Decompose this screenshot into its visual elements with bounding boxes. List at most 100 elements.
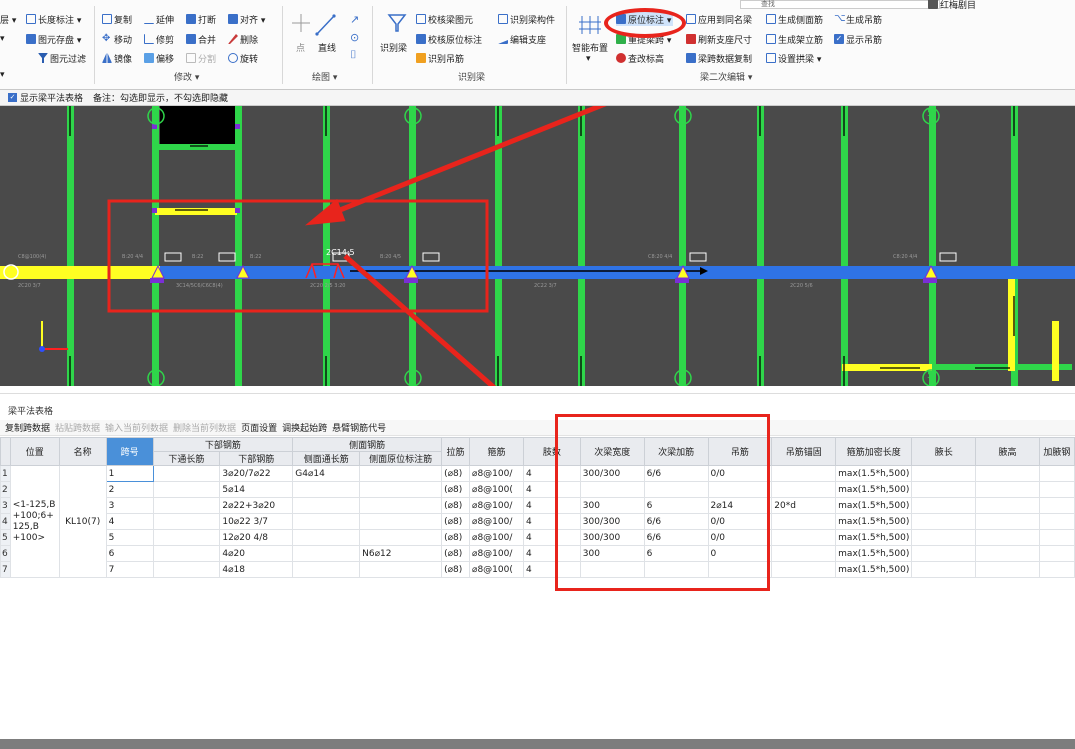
cell-empty[interactable]	[1038, 561, 1075, 578]
cell-empty[interactable]	[1038, 481, 1075, 498]
cell-empty[interactable]	[975, 513, 1040, 530]
header-bottom-through[interactable]: 下通长筋	[152, 451, 221, 466]
span-data-copy-button[interactable]: 梁跨数据复制	[686, 51, 752, 65]
cell-dense-length[interactable]: max(1.5*h,500)	[835, 465, 913, 482]
move-button[interactable]: ✥ 移动	[102, 32, 132, 46]
header-dense-length[interactable]: 箍筋加密长度	[835, 437, 913, 466]
cell-side-through[interactable]	[292, 561, 361, 578]
cell-side-through[interactable]	[292, 545, 361, 562]
cell-bottom-bar[interactable]: 10⌀22 3/7	[219, 513, 294, 530]
identify-beam-icon[interactable]	[386, 12, 408, 34]
cell-name[interactable]: KL10(7)	[58, 465, 107, 578]
cell-dense-length[interactable]: max(1.5*h,500)	[835, 513, 913, 530]
cell-side-original[interactable]	[359, 513, 443, 530]
row-number[interactable]: 4	[0, 513, 11, 530]
cell-empty[interactable]	[1038, 497, 1075, 514]
cell-hanger-anchor[interactable]	[771, 513, 837, 530]
offset-button[interactable]: 偏移	[144, 51, 174, 65]
cell-side-through[interactable]: G4⌀14	[292, 465, 361, 482]
header-tie-bar[interactable]: 拉筋	[441, 437, 471, 466]
cell-side-through[interactable]	[292, 497, 361, 514]
cell-dense-length[interactable]: max(1.5*h,500)	[835, 529, 913, 546]
header-side-original[interactable]: 侧面原位标注筋	[359, 451, 443, 466]
arc-icon[interactable]: ↗	[350, 12, 359, 26]
show-hanger-checkbox[interactable]: ✓ 显示吊筋	[834, 32, 882, 46]
set-arch-beam-button[interactable]: 设置拱梁 ▾	[766, 51, 821, 65]
cell-stirrup[interactable]: ⌀8@100(	[469, 561, 524, 578]
cell-hanger-anchor[interactable]	[771, 561, 837, 578]
cell-empty[interactable]	[911, 481, 977, 498]
header-bottom-bar-sub[interactable]: 下部钢筋	[219, 451, 294, 466]
row-number[interactable]: 7	[0, 561, 11, 578]
cantilever-code-button[interactable]: 悬臂钢筋代号	[332, 421, 386, 434]
group-label-draw[interactable]: 绘图 ▾	[312, 70, 337, 83]
cell-stirrup[interactable]: ⌀8@100/	[469, 497, 524, 514]
cell-empty[interactable]	[1038, 513, 1075, 530]
cell-side-through[interactable]	[292, 529, 361, 546]
cell-bottom-bar[interactable]: 4⌀20	[219, 545, 294, 562]
cell-bottom-bar[interactable]: 4⌀18	[219, 561, 294, 578]
table-row[interactable]: 2 2 5⌀14 (⌀8) ⌀8@100(4 max(1.5*h,500)	[0, 481, 1075, 498]
row-number[interactable]: 3	[0, 497, 11, 514]
delete-column-data-button[interactable]: 删除当前列数据	[173, 421, 236, 434]
cell-empty[interactable]	[1038, 465, 1075, 482]
extend-button[interactable]: 延伸	[144, 12, 174, 26]
header-haunch-length[interactable]: 腋长	[911, 437, 977, 466]
cell-span-number[interactable]: 3	[105, 497, 154, 514]
smart-layout-icon[interactable]	[578, 14, 602, 36]
row-number[interactable]: 1	[0, 465, 11, 482]
cell-empty[interactable]	[911, 561, 977, 578]
cell-bottom-through[interactable]	[152, 497, 221, 514]
cell-span-number[interactable]: 4	[105, 513, 154, 530]
table-row[interactable]: 4 4 10⌀22 3/7 (⌀8) ⌀8@100/4 300/300 6/6 0/0 max(…	[0, 513, 1075, 530]
cell-tie-bar[interactable]: (⌀8)	[441, 497, 471, 514]
table-row[interactable]: 5 5 12⌀20 4/8 (⌀8) ⌀8@100/4 300/300 6/6 0/0 max(…	[0, 529, 1075, 546]
cell-stirrup[interactable]: ⌀8@100/	[469, 545, 524, 562]
header-side-bar[interactable]: 侧面钢筋	[292, 437, 443, 452]
cell-empty[interactable]	[975, 481, 1040, 498]
table-row[interactable]: 1 <1-125,B +100;6+ 125,B +100> KL10(7) 1 3⌀2…	[0, 465, 1075, 578]
table-row[interactable]: 3 3 2⌀22+3⌀20 (⌀8) ⌀8@100/4 300 6 2⌀14 20*d max(1…	[0, 497, 1075, 514]
cell-bottom-through[interactable]	[152, 545, 221, 562]
cell-stirrup[interactable]: ⌀8@100/	[469, 513, 524, 530]
cell-empty[interactable]	[911, 497, 977, 514]
merge-button[interactable]: 合并	[186, 32, 216, 46]
cell-empty[interactable]	[975, 529, 1040, 546]
split-button[interactable]: 分割	[186, 51, 216, 65]
cell-bottom-through[interactable]	[152, 481, 221, 498]
trim-button[interactable]: 修剪	[144, 32, 174, 46]
cell-side-original[interactable]	[359, 561, 443, 578]
cell-side-original[interactable]	[359, 481, 443, 498]
circle-icon[interactable]: ⊙	[350, 30, 359, 44]
row-number[interactable]: 2	[0, 481, 11, 498]
edit-support-button[interactable]: 编辑支座	[498, 32, 546, 46]
cell-empty[interactable]	[911, 529, 977, 546]
cell-empty[interactable]	[975, 497, 1040, 514]
cell-hanger-anchor[interactable]: 20*d	[771, 497, 837, 514]
page-setup-button[interactable]: 页面设置	[241, 421, 277, 434]
group-label-identify[interactable]: 识别梁	[458, 70, 485, 83]
cell-bottom-through[interactable]	[152, 561, 221, 578]
paste-span-data-button[interactable]: 粘贴跨数据	[55, 421, 100, 434]
cell-tie-bar[interactable]: (⌀8)	[441, 561, 471, 578]
cell-empty[interactable]	[1038, 529, 1075, 546]
cell-hanger-anchor[interactable]	[771, 529, 837, 546]
cell-bottom-bar[interactable]: 3⌀20/7⌀22	[219, 465, 294, 482]
generate-hanger-button[interactable]: ⌥ 生成吊筋	[834, 12, 882, 26]
cell-position[interactable]: <1-125,B +100;6+ 125,B +100>	[9, 465, 60, 578]
cell-span-number[interactable]: 5	[105, 529, 154, 546]
cell-hanger-anchor[interactable]	[771, 481, 837, 498]
cell-empty[interactable]	[1038, 545, 1075, 562]
cell-side-through[interactable]	[292, 513, 361, 530]
swap-start-span-button[interactable]: 调换起始跨	[282, 421, 327, 434]
cell-side-original[interactable]: N6⌀12	[359, 545, 443, 562]
dropdown-arrow[interactable]: ▾	[0, 68, 5, 82]
identify-beam-component-button[interactable]: 识别梁构件	[498, 12, 555, 26]
mirror-button[interactable]: 镜像	[102, 51, 132, 65]
cell-dense-length[interactable]: max(1.5*h,500)	[835, 545, 913, 562]
cell-span-number[interactable]: 6	[105, 545, 154, 562]
show-table-checkbox[interactable]: ✓	[8, 93, 17, 102]
check-original-annotation-button[interactable]: 校核原位标注	[416, 32, 482, 46]
header-bottom-bar[interactable]: 下部钢筋	[152, 437, 294, 452]
header-haunch-height[interactable]: 腋高	[975, 437, 1040, 466]
